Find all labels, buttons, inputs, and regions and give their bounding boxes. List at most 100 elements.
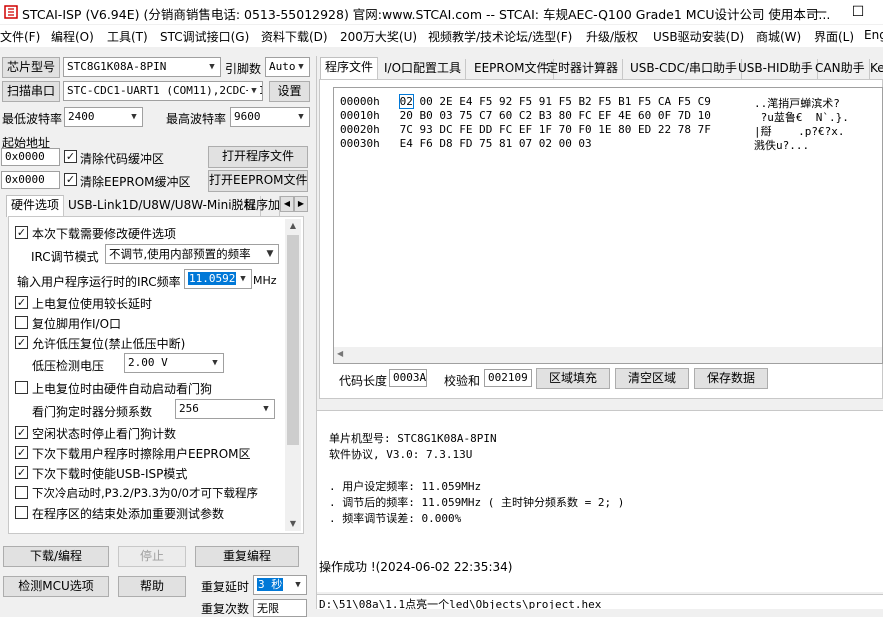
irc-frequency-select[interactable]: 11.0592 ▼ (184, 269, 252, 289)
hex-address: 00030h (340, 137, 380, 150)
window-title: STCAI-ISP (V6.94E) (分销商销售电话: 0513-550129… (22, 7, 831, 22)
maximize-button[interactable]: ☐ (848, 2, 868, 22)
clear-code-checkbox[interactable]: ✓ (64, 150, 77, 163)
lvd-voltage-select[interactable]: 2.00 V ▼ (124, 353, 224, 373)
menu-usb-driver[interactable]: USB驱动安装(D) (653, 28, 744, 45)
menu-shop[interactable]: 商城(W) (756, 28, 801, 45)
start-address-input-1[interactable]: 0x0000 (1, 148, 60, 166)
menu-prize[interactable]: 200万大奖(U) (340, 28, 417, 45)
clear-eeprom-checkbox[interactable]: ✓ (64, 173, 77, 186)
repeat-delay-select[interactable]: 3 秒 ▼ (253, 575, 307, 595)
chevron-left-icon[interactable]: ◀ (337, 349, 343, 358)
menu-upgrade[interactable]: 升级/版权 (586, 28, 638, 45)
scan-port-button[interactable]: 扫描串口 (2, 81, 60, 102)
hex-address: 00000h (340, 95, 380, 108)
chevron-up-icon[interactable]: ▲ (285, 219, 301, 233)
pin-count-value: Auto (269, 60, 296, 73)
hex-horizontal-scrollbar[interactable]: ◀ (334, 347, 882, 363)
option-long-reset-delay-checkbox[interactable]: ✓ (15, 296, 28, 309)
tab-scroll-left-icon[interactable]: ◀ (280, 196, 294, 212)
option-idle-stop-watchdog-label: 空闲状态时停止看门狗计数 (32, 427, 177, 441)
chevron-down-icon[interactable]: ▼ (285, 517, 301, 531)
open-program-file-button[interactable]: 打开程序文件 (208, 146, 308, 168)
option-low-voltage-reset-label: 允许低压复位(禁止低压中断) (32, 337, 186, 351)
tab-hardware-options[interactable]: 硬件选项 (6, 195, 65, 217)
wdt-prescaler-value: 256 (179, 402, 199, 415)
chevron-down-icon: ▼ (295, 580, 301, 590)
menu-program[interactable]: 编程(O) (51, 28, 94, 45)
option-modify-hardware-label: 本次下载需要修改硬件选项 (32, 227, 177, 241)
repeat-program-button[interactable]: 重复编程 (195, 546, 299, 567)
minimize-button[interactable]: — (810, 2, 830, 22)
menu-interface[interactable]: 界面(L) (814, 28, 854, 45)
option-modify-hardware-checkbox[interactable]: ✓ (15, 226, 28, 239)
tab-usb-link[interactable]: USB-Link1D/U8W/U8W-Mini脱机 (64, 196, 261, 216)
tab-keil[interactable]: Ke (866, 59, 883, 79)
menu-english[interactable]: Eng (864, 28, 883, 42)
option-usb-isp-checkbox[interactable]: ✓ (15, 466, 28, 479)
log-line: . 调节后的频率: 11.059MHz ( 主时钟分频系数 = 2; ) (329, 496, 625, 509)
start-address-input-2[interactable]: 0x0000 (1, 171, 60, 189)
tab-scroll-right-icon[interactable]: ▶ (294, 196, 308, 212)
menu-videos[interactable]: 视频教学/技术论坛/选型(F) (428, 28, 572, 45)
max-baud-value: 9600 (234, 110, 261, 123)
open-eeprom-file-button[interactable]: 打开EEPROM文件 (208, 170, 308, 192)
option-erase-eeprom-checkbox[interactable]: ✓ (15, 446, 28, 459)
options-scrollbar[interactable]: ▲ ▼ (285, 219, 301, 531)
min-baud-label: 最低波特率 (2, 112, 63, 126)
hex-view[interactable]: 00000h 02 00 2E E4 F5 92 F5 91 F5 B2 F5 … (333, 87, 883, 364)
region-fill-button[interactable]: 区域填充 (536, 368, 610, 389)
max-baud-select[interactable]: 9600 ▼ (230, 107, 310, 127)
repeat-delay-value: 3 秒 (257, 578, 284, 591)
hex-ascii: 溅佚u?... (754, 139, 810, 152)
menu-file[interactable]: 文件(F) (0, 28, 40, 45)
app-icon (4, 5, 18, 19)
hex-address: 00020h (340, 123, 380, 136)
title-bar: STCAI-ISP (V6.94E) (分销商销售电话: 0513-550129… (0, 0, 883, 24)
chevron-down-icon: ▼ (209, 62, 215, 72)
option-test-params-label: 在程序区的结束处添加重要测试参数 (32, 507, 225, 521)
chip-model-select[interactable]: STC8G1K08A-8PIN ▼ (63, 57, 221, 77)
chip-model-button[interactable]: 芯片型号 (2, 57, 60, 78)
option-p32-p33-checkbox[interactable] (15, 486, 28, 499)
option-reset-pin-io-checkbox[interactable] (15, 316, 28, 329)
tab-usb-hid[interactable]: USB-HID助手 (734, 59, 818, 79)
tab-program-file[interactable]: 程序文件 (320, 57, 379, 79)
scrollbar-thumb[interactable] (287, 235, 299, 445)
repeat-count-select[interactable]: 无限 (253, 599, 307, 617)
code-length-value: 0003A (389, 369, 427, 387)
option-usb-isp-label: 下次下载时使能USB-ISP模式 (32, 467, 188, 481)
tab-io-config[interactable]: I/O口配置工具 (380, 59, 467, 79)
clear-region-button[interactable]: 清空区域 (615, 368, 689, 389)
option-erase-eeprom-label: 下次下载用户程序时擦除用户EEPROM区 (32, 447, 251, 461)
settings-button[interactable]: 设置 (269, 81, 310, 102)
help-button[interactable]: 帮助 (118, 576, 186, 597)
download-program-button[interactable]: 下载/编程 (3, 546, 109, 567)
tab-timer-calc[interactable]: 定时器计算器 (542, 59, 624, 79)
wdt-prescaler-select[interactable]: 256 ▼ (175, 399, 275, 419)
tab-eeprom-file[interactable]: EEPROM文件 (470, 59, 554, 79)
pin-count-select[interactable]: Auto ▼ (265, 57, 310, 77)
save-data-button[interactable]: 保存数据 (694, 368, 768, 389)
menu-stc-debug[interactable]: STC调试接口(G) (160, 28, 249, 45)
menu-docs[interactable]: 资料下载(D) (261, 28, 328, 45)
stop-button[interactable]: 停止 (118, 546, 186, 567)
tab-program-encrypt[interactable]: 程序加 (240, 196, 280, 216)
option-test-params-checkbox[interactable] (15, 506, 28, 519)
option-low-voltage-reset-checkbox[interactable]: ✓ (15, 336, 28, 349)
min-baud-select[interactable]: 2400 ▼ (64, 107, 143, 127)
option-auto-watchdog-checkbox[interactable] (15, 381, 28, 394)
check-mcu-options-button[interactable]: 检测MCU选项 (3, 576, 109, 597)
checksum-value: 002109 (484, 369, 532, 387)
option-p32-p33-label: 下次冷启动时,P3.2/P3.3为0/0才可下载程序 (32, 486, 258, 500)
menu-tools[interactable]: 工具(T) (107, 28, 148, 45)
tab-can[interactable]: CAN助手 (811, 59, 870, 79)
irc-mode-select[interactable]: 不调节,使用内部预置的频率 ▼ (105, 244, 279, 264)
min-baud-value: 2400 (68, 110, 95, 123)
chevron-down-icon: ▼ (212, 358, 218, 368)
port-select[interactable]: STC-CDC1-UART1 (COM11),2CDC+HID ▼ (63, 81, 263, 101)
log-line: 软件协议, V3.0: 7.3.13U (329, 448, 473, 461)
tab-usb-cdc-serial[interactable]: USB-CDC/串口助手 (626, 59, 743, 79)
option-idle-stop-watchdog-checkbox[interactable]: ✓ (15, 426, 28, 439)
hex-bytes: E4 F6 D8 FD 75 81 07 02 00 03 (399, 137, 592, 150)
